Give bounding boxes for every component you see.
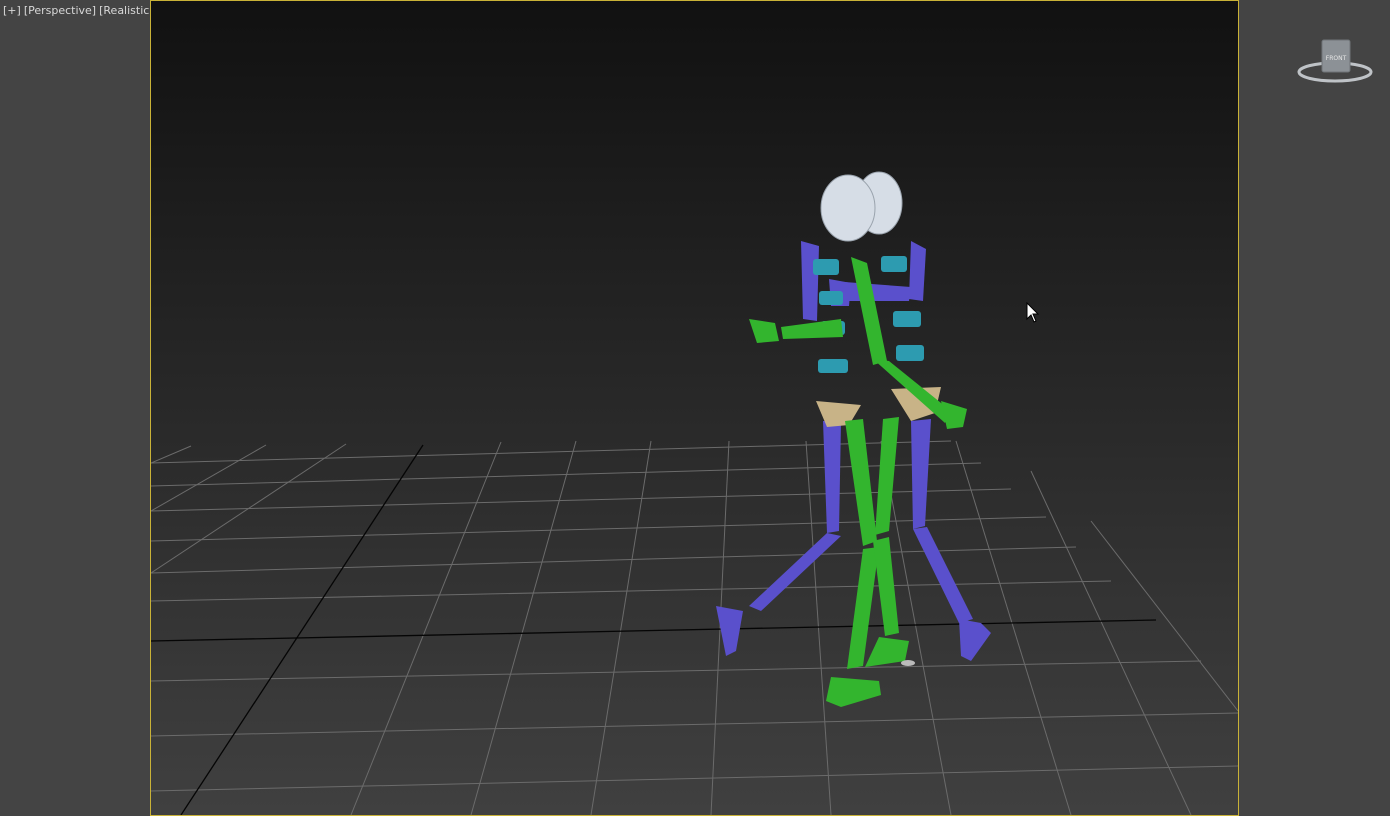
spine-segment-7 (896, 345, 924, 361)
viewport-label[interactable]: [+] [Perspective] [Realistic] (3, 4, 154, 17)
biped-head-left (820, 174, 876, 242)
viewcube-icon[interactable]: FRONT (1295, 36, 1375, 88)
max-viewport-window: [+] [Perspective] [Realistic] FRONT (0, 0, 1390, 816)
viewport-shading-menu[interactable]: [Realistic] (99, 4, 154, 17)
biped-heads (820, 171, 903, 242)
spine-segment-5 (881, 256, 907, 272)
perspective-viewport[interactable] (150, 0, 1239, 816)
spine-segment-2 (819, 291, 843, 305)
viewport-general-menu[interactable]: [+] (3, 4, 21, 17)
biped-blue-torso-left (801, 241, 819, 321)
viewport-background (151, 1, 1238, 815)
viewcube[interactable]: FRONT (1295, 36, 1375, 88)
mouse-cursor-icon (1026, 302, 1040, 323)
viewport-scene[interactable] (151, 1, 1238, 815)
biped-blue-torso-right (909, 241, 926, 301)
viewport-point-of-view-menu[interactable]: [Perspective] (24, 4, 96, 17)
ground-marker (901, 660, 915, 666)
spine-segment-6 (893, 311, 921, 327)
viewcube-face-label: FRONT (1326, 55, 1347, 62)
spine-segment-4 (818, 359, 848, 373)
spine-segment-1 (813, 259, 839, 275)
